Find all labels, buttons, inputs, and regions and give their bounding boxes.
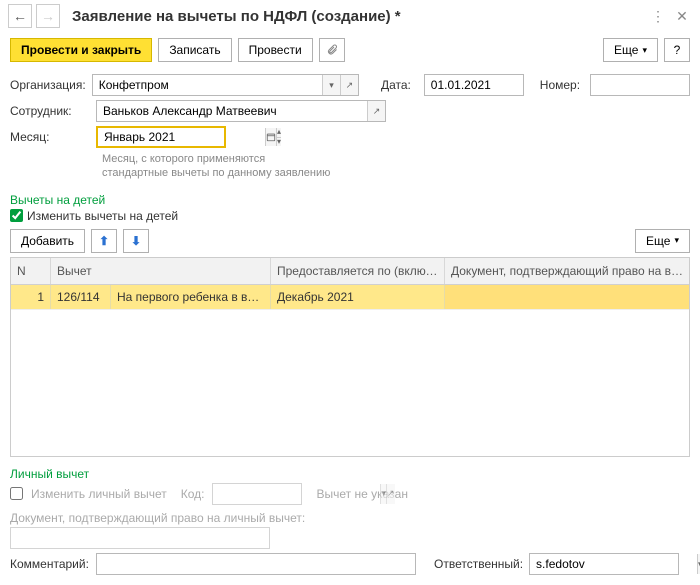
children-table: N Вычет Предоставляется по (включительно… [10, 257, 690, 457]
window-title: Заявление на вычеты по НДФЛ (создание) * [72, 8, 644, 25]
month-up-button[interactable]: ▴ [276, 128, 281, 137]
org-input[interactable] [93, 75, 322, 95]
month-hint-1: Месяц, с которого применяются [102, 152, 690, 166]
window-menu-icon[interactable]: ⋮ [648, 6, 668, 26]
move-down-button[interactable]: ⬇ [123, 229, 149, 253]
personal-code-label: Код: [181, 487, 205, 501]
paperclip-icon [326, 44, 338, 56]
close-icon[interactable]: ✕ [672, 6, 692, 26]
table-more-button[interactable]: Еще▾ [635, 229, 690, 253]
month-hint-2: стандартные вычеты по данному заявлению [102, 166, 690, 180]
month-label: Месяц: [10, 130, 90, 144]
post-button[interactable]: Провести [238, 38, 313, 62]
save-button[interactable]: Записать [158, 38, 231, 62]
personal-section-title: Личный вычет [10, 467, 690, 481]
cell-doc [445, 285, 689, 309]
responsible-label: Ответственный: [434, 557, 523, 571]
personal-code-input [213, 484, 380, 504]
help-button[interactable]: ? [664, 38, 690, 62]
org-label: Организация: [10, 78, 86, 92]
col-deduction[interactable]: Вычет [51, 258, 271, 284]
change-personal-checkbox[interactable] [10, 487, 23, 500]
more-button[interactable]: Еще▾ [603, 38, 658, 62]
employee-label: Сотрудник: [10, 104, 90, 118]
cell-code: 126/114 [51, 285, 111, 309]
cell-n: 1 [11, 285, 51, 309]
responsible-input[interactable] [530, 554, 697, 574]
change-children-checkbox[interactable] [10, 209, 23, 222]
cell-desc: На первого ребенка в возр... [111, 285, 271, 309]
col-until[interactable]: Предоставляется по (включительно) [271, 258, 445, 284]
date-label: Дата: [381, 78, 418, 92]
comment-label: Комментарий: [10, 557, 90, 571]
org-dropdown-button[interactable]: ▾ [322, 75, 340, 95]
col-doc[interactable]: Документ, подтверждающий право на вычет [445, 258, 689, 284]
nav-back-button[interactable]: ← [8, 4, 32, 28]
month-calendar-button[interactable] [265, 128, 276, 146]
cell-until: Декабрь 2021 [271, 285, 445, 309]
org-open-button[interactable]: ↗ [340, 75, 358, 95]
personal-doc-label: Документ, подтверждающий право на личный… [10, 511, 690, 525]
month-down-button[interactable]: ▾ [276, 137, 281, 147]
employee-input[interactable] [97, 101, 367, 121]
attachment-button[interactable] [319, 38, 345, 62]
add-row-button[interactable]: Добавить [10, 229, 85, 253]
personal-doc-input [11, 528, 269, 548]
month-input[interactable] [98, 128, 265, 146]
personal-code-open: ↗ [386, 484, 395, 504]
change-personal-label: Изменить личный вычет [31, 487, 167, 501]
post-and-close-button[interactable]: Провести и закрыть [10, 38, 152, 62]
calendar-icon [266, 132, 276, 142]
col-n[interactable]: N [11, 258, 51, 284]
number-label: Номер: [540, 78, 584, 92]
move-up-button[interactable]: ⬆ [91, 229, 117, 253]
chevron-down-icon: ▾ [642, 45, 647, 56]
children-section-title: Вычеты на детей [10, 193, 690, 207]
change-children-label: Изменить вычеты на детей [27, 209, 178, 223]
chevron-down-icon: ▾ [674, 235, 679, 246]
comment-input[interactable] [97, 554, 415, 574]
number-input[interactable] [591, 75, 700, 95]
employee-open-button[interactable]: ↗ [367, 101, 385, 121]
nav-forward-button[interactable]: → [36, 4, 60, 28]
table-row[interactable]: 1 126/114 На первого ребенка в возр... Д… [11, 285, 689, 310]
